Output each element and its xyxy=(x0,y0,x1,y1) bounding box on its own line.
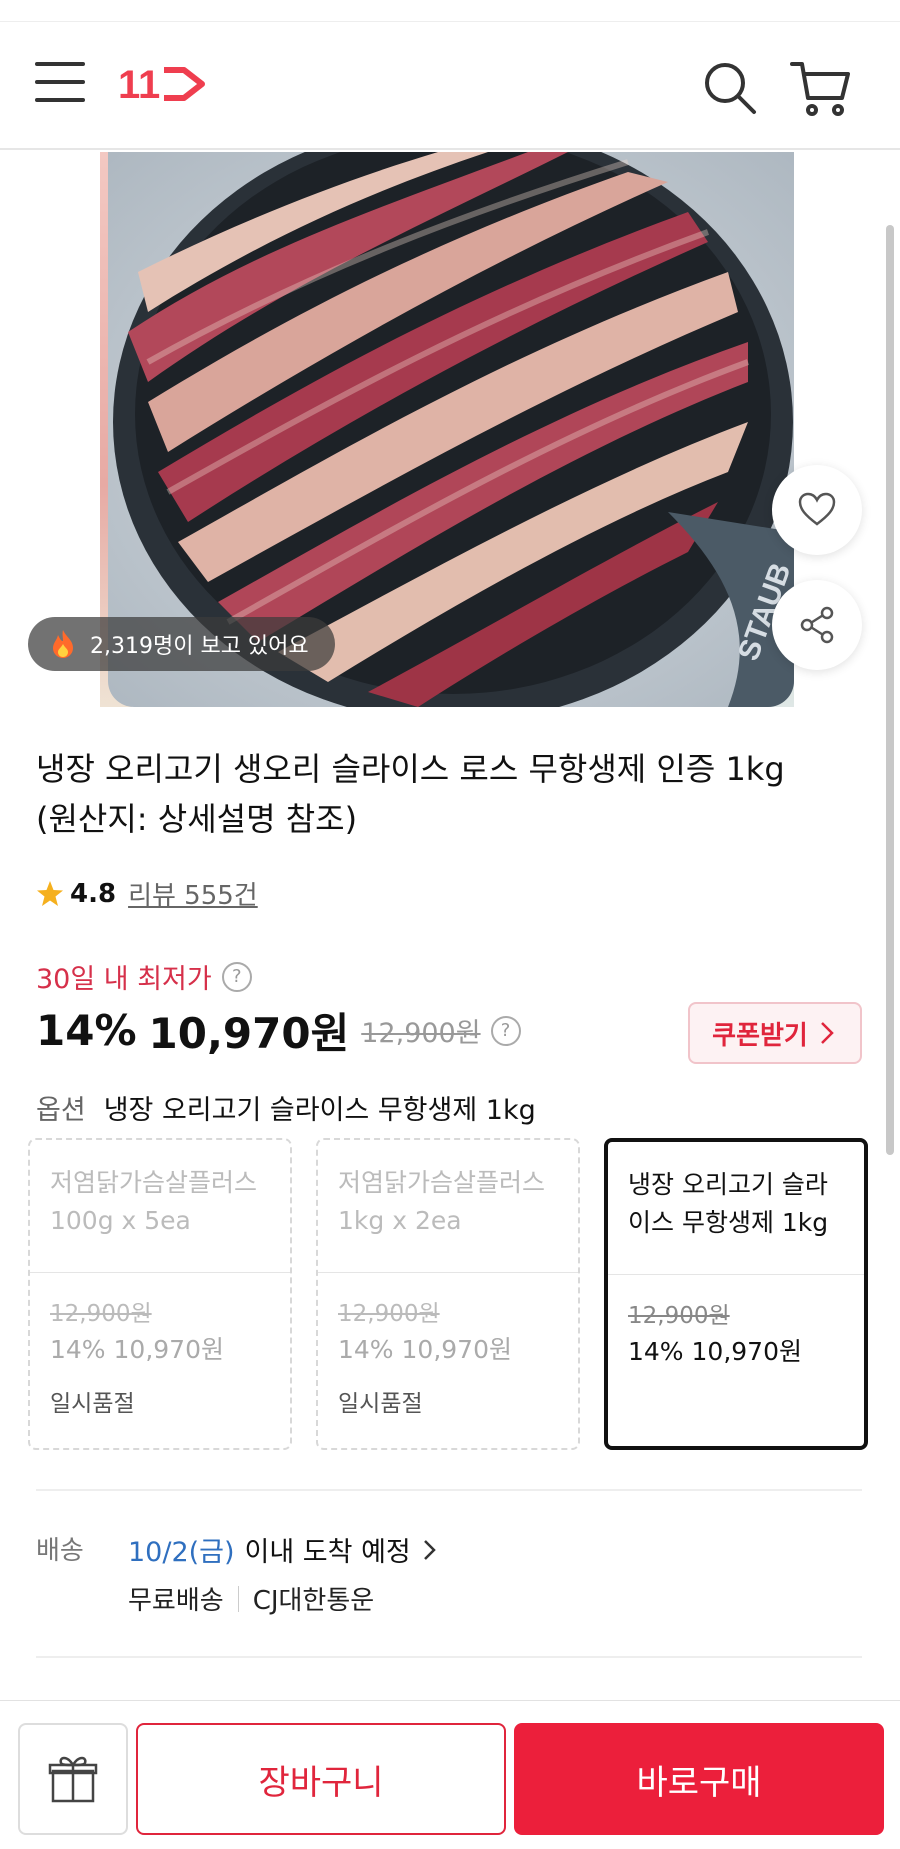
menu-icon[interactable] xyxy=(35,62,85,106)
shipping-details: 무료배송 CJ대한통운 xyxy=(128,1580,374,1617)
price-help-icon[interactable]: ? xyxy=(490,1015,521,1046)
lowest-price-label: 30일 내 최저가 ? xyxy=(36,957,252,996)
gift-icon xyxy=(48,1756,98,1803)
shipping-date-link[interactable]: 10/2(금) 이내 도착 예정 xyxy=(128,1530,439,1569)
shipping-date: 10/2(금) xyxy=(128,1537,235,1568)
option-divider xyxy=(318,1272,578,1273)
shipping-label: 배송 xyxy=(36,1536,84,1566)
separator xyxy=(237,1585,239,1612)
free-shipping: 무료배송 xyxy=(128,1586,224,1616)
coupon-label: 쿠폰받기 xyxy=(712,1020,808,1051)
title-line-2: (원산지: 상세설명 참조) xyxy=(36,800,358,838)
cart-icon[interactable] xyxy=(788,56,852,120)
option-original-price: 12,900원 xyxy=(338,1301,440,1327)
search-icon[interactable] xyxy=(700,58,760,118)
heart-icon xyxy=(798,492,836,526)
add-to-cart-label: 장바구니 xyxy=(258,1762,384,1803)
shipping-date-suffix: 이내 도착 예정 xyxy=(244,1537,411,1568)
title-line-1: 냉장 오리고기 생오리 슬라이스 로스 무항생제 인증 1kg xyxy=(36,750,785,788)
wishlist-button[interactable] xyxy=(772,465,862,555)
option-stock-status: 일시품절 xyxy=(50,1391,135,1417)
option-sale-price: 14% 10,970원 xyxy=(628,1337,802,1366)
reviews-link[interactable]: 리뷰 555건 xyxy=(128,875,258,912)
star-icon xyxy=(37,880,63,906)
chevron-right-icon xyxy=(423,1539,436,1560)
option-original-price: 12,900원 xyxy=(50,1301,152,1327)
buy-now-button[interactable]: 바로구매 xyxy=(514,1723,884,1835)
buy-now-label: 바로구매 xyxy=(636,1762,762,1803)
option-divider xyxy=(30,1272,290,1273)
lowest-price-text: 30일 내 최저가 xyxy=(36,964,212,995)
status-bar xyxy=(0,0,900,22)
gift-button[interactable] xyxy=(18,1723,128,1835)
rating-row: 4.8 리뷰 555건 xyxy=(36,875,258,912)
coupon-button[interactable]: 쿠폰받기 xyxy=(688,1002,862,1064)
rating-score: 4.8 xyxy=(70,878,117,909)
bottom-action-bar: 장바구니 바로구매 xyxy=(0,1700,900,1849)
option-original-price: 12,900원 xyxy=(628,1303,730,1329)
share-button[interactable] xyxy=(772,580,862,670)
original-price: 12,900원 xyxy=(361,1018,481,1049)
chevron-right-icon xyxy=(820,1022,834,1044)
option-name: 저염닭가슴살플러스 100g x 5ea xyxy=(50,1168,258,1235)
divider xyxy=(36,1656,862,1658)
add-to-cart-button[interactable]: 장바구니 xyxy=(136,1723,506,1835)
option-sale-price: 14% 10,970원 xyxy=(338,1335,512,1364)
help-icon[interactable]: ? xyxy=(221,961,252,992)
option-stock-status: 일시품절 xyxy=(338,1391,423,1417)
sale-price: 10,970원 xyxy=(148,1009,350,1058)
option-row: 옵션 냉장 오리고기 슬라이스 무항생제 1kg xyxy=(36,1088,536,1127)
selected-option: 냉장 오리고기 슬라이스 무항생제 1kg xyxy=(103,1095,536,1126)
brand-logo[interactable]: 11 xyxy=(118,62,208,106)
viewers-badge: 2,319명이 보고 있어요 xyxy=(28,617,335,671)
option-name: 저염닭가슴살플러스 1kg x 2ea xyxy=(338,1168,546,1235)
share-icon xyxy=(800,606,834,644)
option-card[interactable]: 저염닭가슴살플러스 1kg x 2ea 12,900원 14% 10,970원 … xyxy=(316,1138,580,1450)
option-name: 냉장 오리고기 슬라이스 무항생제 1kg xyxy=(628,1170,829,1237)
option-sale-price: 14% 10,970원 xyxy=(50,1335,224,1364)
discount-rate: 14% xyxy=(36,1006,137,1055)
fire-icon xyxy=(53,630,73,658)
product-title: 냉장 오리고기 생오리 슬라이스 로스 무항생제 인증 1kg (원산지: 상세… xyxy=(36,744,856,844)
carrier-name: CJ대한통운 xyxy=(252,1586,375,1616)
top-header: 11 xyxy=(0,22,900,150)
option-label: 옵션 xyxy=(36,1095,86,1126)
scrollbar[interactable] xyxy=(886,225,894,1155)
option-card[interactable]: 저염닭가슴살플러스 100g x 5ea 12,900원 14% 10,970원… xyxy=(28,1138,292,1450)
price-row: 14% 10,970원 12,900원 ? xyxy=(36,1000,521,1061)
option-divider xyxy=(608,1274,864,1275)
divider xyxy=(36,1489,862,1491)
svg-text:11: 11 xyxy=(118,63,160,106)
viewers-text: 2,319명이 보고 있어요 xyxy=(90,634,309,659)
option-card-selected[interactable]: 냉장 오리고기 슬라이스 무항생제 1kg 12,900원 14% 10,970… xyxy=(604,1138,868,1450)
